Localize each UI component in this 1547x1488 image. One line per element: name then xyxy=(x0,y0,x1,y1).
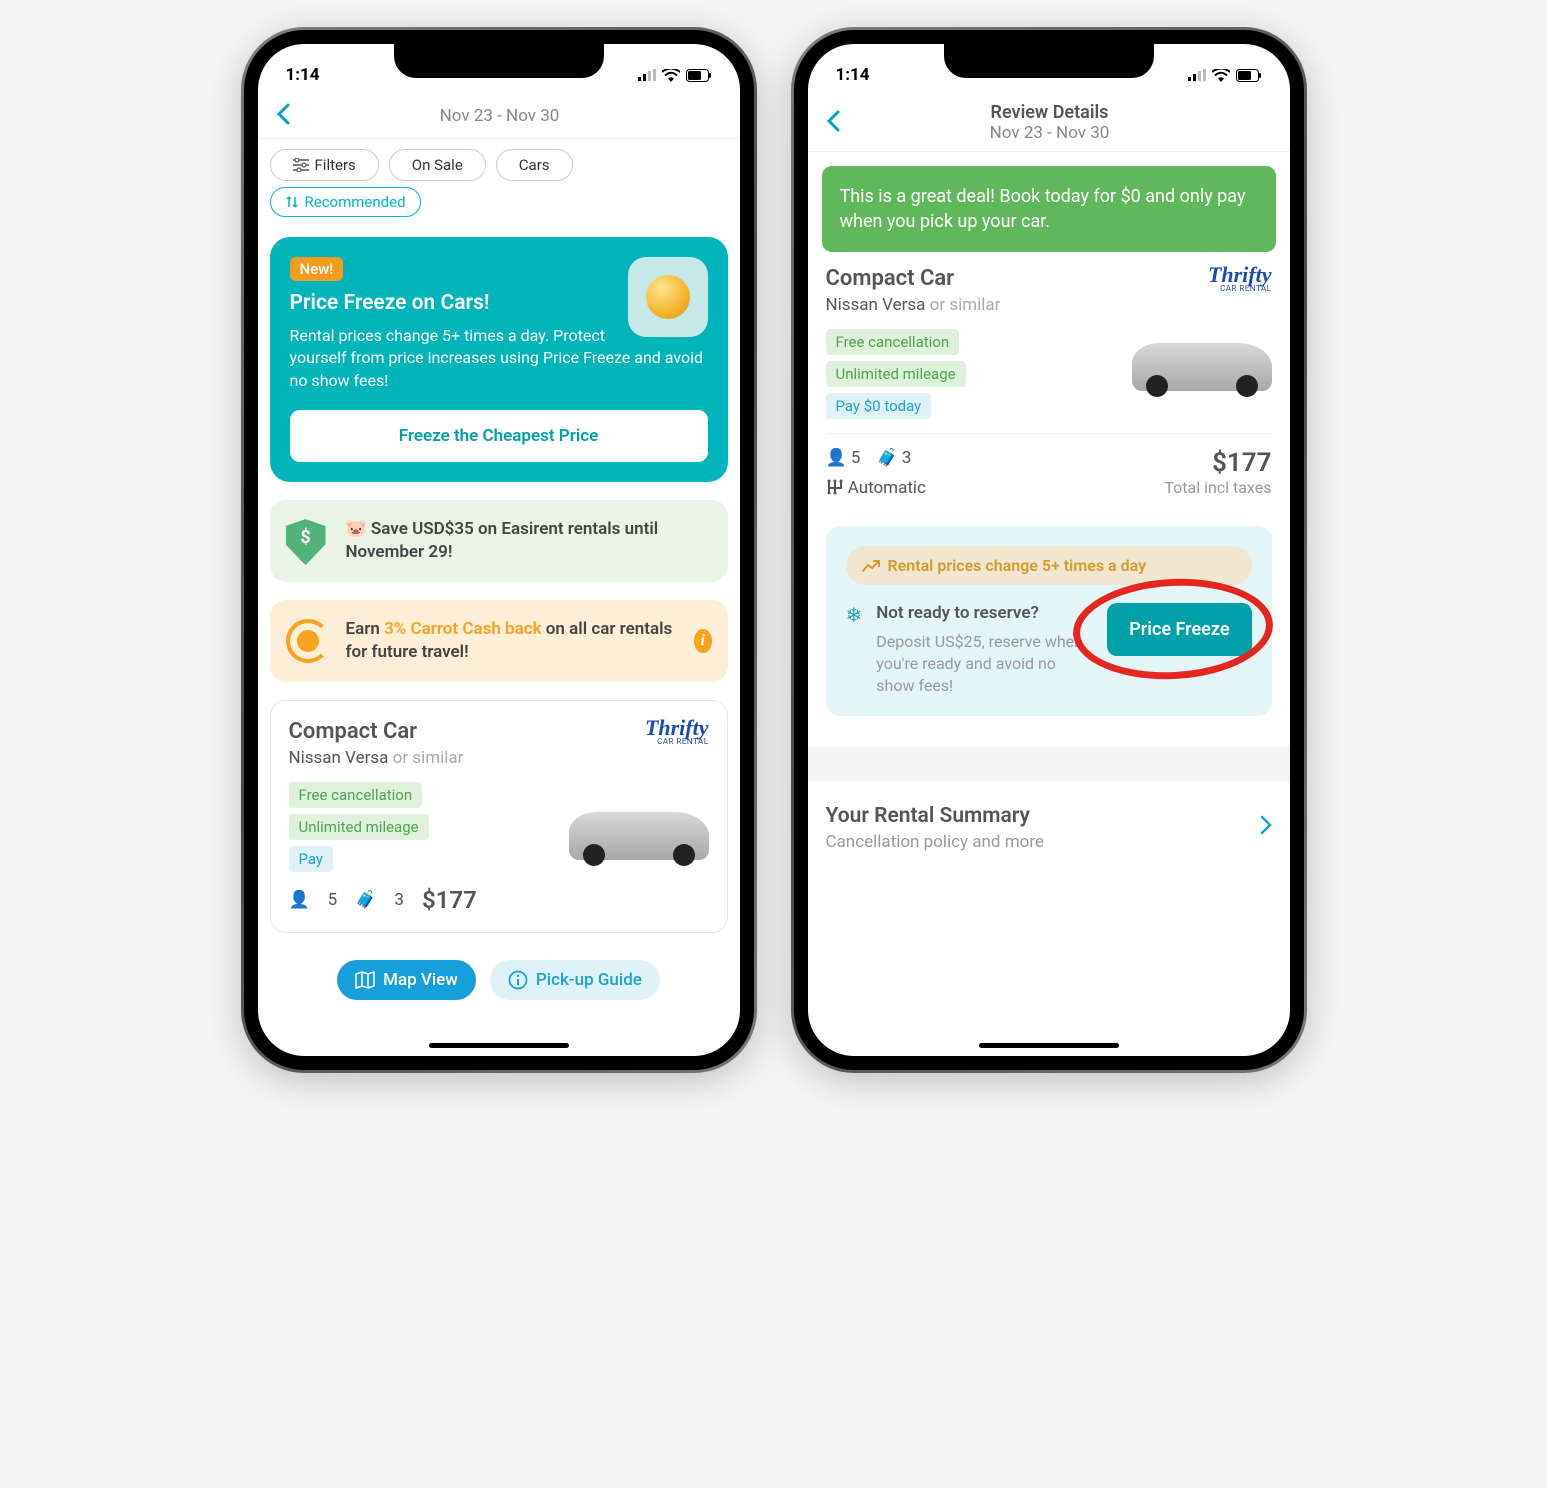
recommended-pill[interactable]: Recommended xyxy=(270,187,421,217)
back-button[interactable] xyxy=(270,102,296,130)
coin-icon xyxy=(628,257,708,337)
transmission: Automatic xyxy=(848,478,926,498)
price-change-pill: Rental prices change 5+ times a day xyxy=(846,546,1252,585)
price-freeze-box: Rental prices change 5+ times a day ❄ No… xyxy=(826,526,1272,716)
easirent-promo[interactable]: 🐷 Save USD$35 on Easirent rentals until … xyxy=(270,500,728,582)
carrot-text: Earn 3% Carrot Cash back on all car rent… xyxy=(346,618,678,664)
chevron-right-icon xyxy=(1260,815,1272,841)
car-similar: or similar xyxy=(393,748,464,768)
shield-down-icon xyxy=(286,519,330,563)
filter-row: Filters On Sale Cars xyxy=(258,139,740,187)
tag-free-cancel: Free cancellation xyxy=(826,329,960,355)
map-icon xyxy=(355,971,375,989)
recommended-label: Recommended xyxy=(305,193,406,211)
pickup-guide-button[interactable]: Pick-up Guide xyxy=(490,960,660,1000)
person-icon: 👤 xyxy=(289,890,310,910)
signal-icon xyxy=(1188,69,1206,81)
tag-unlimited-mileage: Unlimited mileage xyxy=(289,814,429,840)
notch xyxy=(394,44,604,78)
car-specs: 👤 5 🧳 3 Automatic $177 Total incl taxes xyxy=(826,448,1272,498)
cars-pill[interactable]: Cars xyxy=(496,149,573,181)
map-view-button[interactable]: Map View xyxy=(337,960,476,1000)
status-time: 1:14 xyxy=(836,65,870,85)
thrifty-logo: Thrifty xyxy=(1208,266,1272,284)
car-title: Compact Car xyxy=(826,266,1001,291)
bags: 3 xyxy=(902,448,912,468)
transmission-icon xyxy=(826,479,844,495)
summary-title: Your Rental Summary xyxy=(826,804,1044,828)
summary-sub: Cancellation policy and more xyxy=(826,832,1044,852)
battery-icon xyxy=(686,69,712,82)
bags: 3 xyxy=(394,890,404,910)
filters-pill[interactable]: Filters xyxy=(270,149,379,181)
onsale-pill[interactable]: On Sale xyxy=(389,149,486,181)
price: $177 xyxy=(1164,448,1271,478)
luggage-icon: 🧳 xyxy=(355,890,376,910)
phone-left: 1:14 Nov 23 - Nov 30 Filters On Sale Car… xyxy=(244,30,754,1070)
car-result-card[interactable]: Compact Car Nissan Versa or similar Thri… xyxy=(270,700,728,933)
tag-unlimited-mileage: Unlimited mileage xyxy=(826,361,966,387)
wifi-icon xyxy=(662,69,680,82)
wifi-icon xyxy=(1212,69,1230,82)
status-time: 1:14 xyxy=(286,65,320,85)
sliders-icon xyxy=(293,158,309,172)
info-icon[interactable]: i xyxy=(694,629,712,653)
pax: 5 xyxy=(851,448,861,468)
notch xyxy=(944,44,1154,78)
screen-right: 1:14 Review Details Nov 23 - Nov 30 This… xyxy=(808,44,1290,1056)
tag-pay-zero: Pay $0 today xyxy=(826,393,932,419)
pax: 5 xyxy=(328,890,338,910)
screen-left: 1:14 Nov 23 - Nov 30 Filters On Sale Car… xyxy=(258,44,740,1056)
person-icon: 👤 xyxy=(826,448,847,468)
back-button[interactable] xyxy=(820,109,846,137)
price-freeze-button[interactable]: Price Freeze xyxy=(1107,603,1251,656)
freeze-desc: Deposit US$25, reserve when you're ready… xyxy=(876,631,1093,696)
phone-right: 1:14 Review Details Nov 23 - Nov 30 This… xyxy=(794,30,1304,1070)
tag-free-cancel: Free cancellation xyxy=(289,782,423,808)
deal-banner: This is a great deal! Book today for $0 … xyxy=(822,166,1276,252)
car-model: Nissan Versa xyxy=(289,748,389,768)
easirent-text: Save USD$35 on Easirent rentals until No… xyxy=(346,519,659,562)
battery-icon xyxy=(1236,69,1262,82)
carrot-cash-promo[interactable]: Earn 3% Carrot Cash back on all car rent… xyxy=(270,600,728,682)
car-image xyxy=(1132,343,1272,391)
car-similar: or similar xyxy=(930,295,1001,315)
nav-dates: Nov 23 - Nov 30 xyxy=(846,123,1254,143)
new-badge: New! xyxy=(290,257,344,281)
trend-up-icon xyxy=(862,560,880,572)
carrot-cash-icon xyxy=(286,619,330,663)
home-indicator[interactable] xyxy=(979,1043,1119,1048)
car-model: Nissan Versa xyxy=(826,295,926,315)
car-title: Compact Car xyxy=(289,719,464,744)
luggage-icon: 🧳 xyxy=(876,448,897,468)
price-sub: Total incl taxes xyxy=(1164,478,1271,497)
snowflake-icon: ❄ xyxy=(846,603,863,627)
chevron-left-icon xyxy=(276,103,290,125)
nav-bar: Nov 23 - Nov 30 xyxy=(258,92,740,139)
price-freeze-promo-card: New! Price Freeze on Cars! Rental prices… xyxy=(270,237,728,482)
filters-label: Filters xyxy=(315,156,356,174)
thrifty-logo: Thrifty xyxy=(645,719,709,737)
nav-bar: Review Details Nov 23 - Nov 30 xyxy=(808,92,1290,152)
info-circle-icon xyxy=(508,970,528,990)
status-icons xyxy=(638,69,712,82)
nav-dates: Nov 23 - Nov 30 xyxy=(296,106,704,126)
sort-icon xyxy=(285,195,299,209)
car-price: $177 xyxy=(422,886,477,914)
freeze-cheapest-button[interactable]: Freeze the Cheapest Price xyxy=(290,410,708,462)
status-icons xyxy=(1188,69,1262,82)
rental-summary-row[interactable]: Your Rental Summary Cancellation policy … xyxy=(826,782,1272,860)
tag-pay: Pay xyxy=(289,846,334,872)
signal-icon xyxy=(638,69,656,81)
freeze-question: Not ready to reserve? xyxy=(876,603,1093,623)
home-indicator[interactable] xyxy=(429,1043,569,1048)
pig-emoji: 🐷 xyxy=(346,519,367,539)
car-image xyxy=(569,812,709,872)
nav-title: Review Details xyxy=(846,102,1254,123)
chevron-left-icon xyxy=(826,110,840,132)
